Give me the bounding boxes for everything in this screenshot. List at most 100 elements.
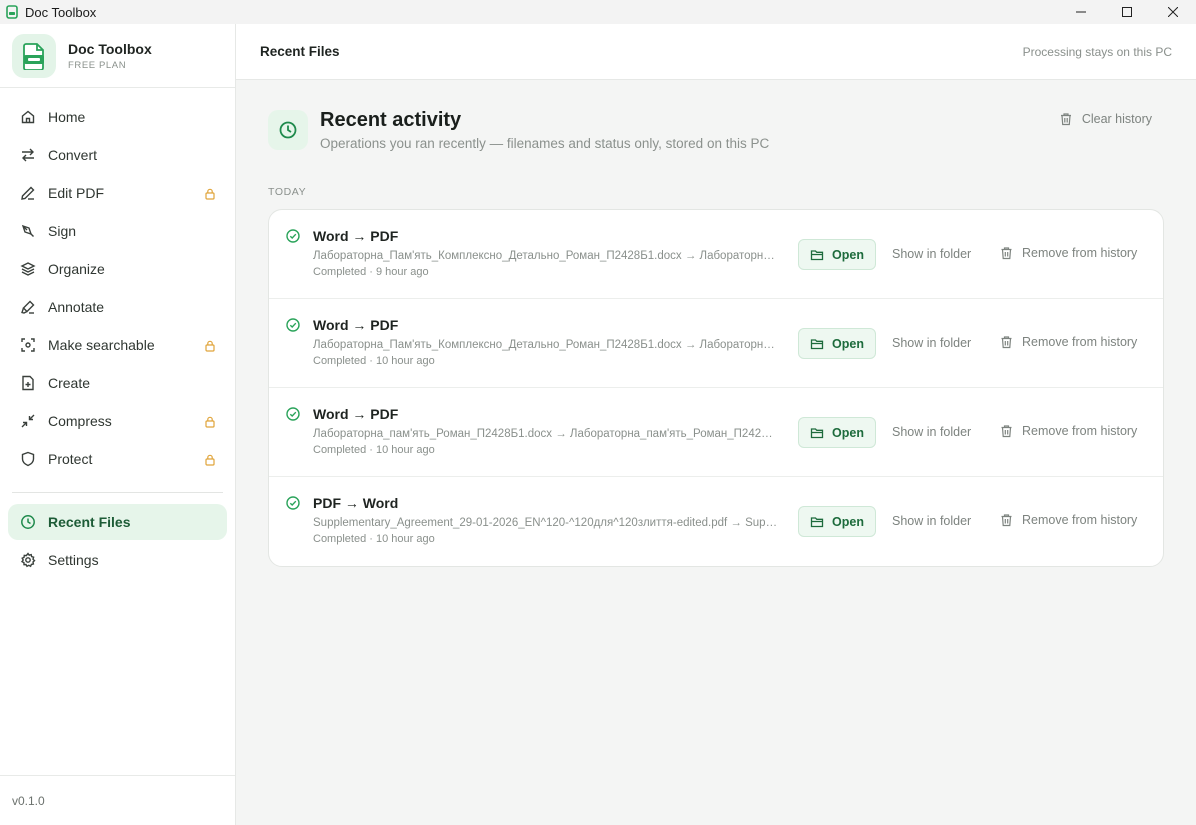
- open-button[interactable]: Open: [798, 506, 876, 537]
- file-names: Лабораторна_Пам'ять_Комплексно_Детально_…: [313, 339, 779, 351]
- sidebar-item-compress[interactable]: Compress: [8, 403, 227, 439]
- file-names: Лабораторна_Пам'ять_Комплексно_Детально_…: [313, 250, 779, 262]
- close-window-button[interactable]: [1150, 0, 1196, 24]
- minimize-button[interactable]: [1058, 0, 1104, 24]
- sidebar-item-make-searchable[interactable]: Make searchable: [8, 327, 227, 363]
- sidebar-item-label: Make searchable: [48, 337, 155, 353]
- lock-icon: [205, 453, 215, 466]
- open-button[interactable]: Open: [798, 239, 876, 270]
- lock-icon: [205, 415, 215, 428]
- history-row: Word → PDF Лабораторна_пам'ять_Роман_П24…: [269, 388, 1163, 477]
- sidebar-item-label: Protect: [48, 451, 93, 467]
- clear-history-button[interactable]: Clear history: [1059, 112, 1152, 126]
- recent-activity-section: Recent activity Operations you ran recen…: [236, 80, 1196, 567]
- sidebar-item-protect[interactable]: Protect: [8, 441, 227, 477]
- check-circle-icon: [286, 496, 300, 510]
- open-button[interactable]: Open: [798, 417, 876, 448]
- window-title: Doc Toolbox: [25, 4, 97, 20]
- sidebar-item-organize[interactable]: Organize: [8, 251, 227, 287]
- highlighter-icon: [20, 299, 36, 315]
- page-header: Recent Files Processing stays on this PC: [236, 24, 1196, 80]
- open-button-label: Open: [832, 247, 864, 262]
- pen-icon: [20, 185, 36, 201]
- sidebar-item-edit-pdf[interactable]: Edit PDF: [8, 175, 227, 211]
- brand-name: Doc Toolbox: [68, 40, 152, 57]
- brand-logo-icon: [12, 33, 56, 78]
- folder-open-icon: [810, 426, 824, 440]
- trash-icon: [1000, 424, 1013, 438]
- sidebar-item-label: Settings: [48, 552, 99, 568]
- status-text: Completed · 9 hour ago: [313, 266, 429, 278]
- remove-label: Remove from history: [1022, 424, 1138, 438]
- app-logo-icon: [6, 5, 18, 19]
- sidebar-item-label: Edit PDF: [48, 185, 105, 201]
- sidebar-item-annotate[interactable]: Annotate: [8, 289, 227, 325]
- home-icon: [20, 109, 36, 125]
- conversion-type: Word → PDF: [313, 317, 399, 333]
- show-in-folder-button[interactable]: Show in folder: [892, 336, 971, 350]
- section-subtitle: Operations you ran recently — filenames …: [320, 136, 770, 151]
- open-button-label: Open: [832, 336, 864, 351]
- folder-open-icon: [810, 337, 824, 351]
- sidebar-nav: Home Convert Edit PDF Sign Organize Anno…: [0, 88, 235, 578]
- sidebar-item-label: Organize: [48, 261, 105, 277]
- maximize-icon: [1122, 7, 1132, 17]
- sidebar-item-recent-files[interactable]: Recent Files: [8, 504, 227, 540]
- conversion-type: Word → PDF: [313, 406, 399, 422]
- sidebar-item-label: Recent Files: [48, 514, 131, 530]
- main-panel: Recent Files Processing stays on this PC…: [236, 24, 1196, 825]
- window-titlebar: Doc Toolbox: [0, 0, 1196, 24]
- history-row: Word → PDF Лабораторна_Пам'ять_Комплексн…: [269, 299, 1163, 388]
- status-text: Completed · 10 hour ago: [313, 355, 435, 367]
- trash-icon: [1000, 513, 1013, 527]
- sidebar-item-sign[interactable]: Sign: [8, 213, 227, 249]
- status-text: Completed · 10 hour ago: [313, 533, 435, 545]
- remove-label: Remove from history: [1022, 335, 1138, 349]
- file-plus-icon: [20, 375, 36, 391]
- history-row: PDF → Word Supplementary_Agreement_29-01…: [269, 477, 1163, 566]
- trash-icon: [1000, 246, 1013, 260]
- remove-from-history-button[interactable]: Remove from history: [1000, 513, 1137, 527]
- layers-icon: [20, 261, 36, 277]
- group-label-today: TODAY: [268, 186, 307, 198]
- file-names: Supplementary_Agreement_29-01-2026_EN^12…: [313, 517, 779, 529]
- sidebar-divider: [12, 492, 223, 493]
- convert-icon: [20, 147, 36, 163]
- signature-icon: [20, 223, 36, 239]
- check-circle-icon: [286, 318, 300, 332]
- conversion-type: PDF → Word: [313, 495, 399, 511]
- sidebar-item-convert[interactable]: Convert: [8, 137, 227, 173]
- open-button[interactable]: Open: [798, 328, 876, 359]
- sidebar: Doc Toolbox FREE PLAN Home Convert Edit …: [0, 24, 236, 825]
- show-in-folder-button[interactable]: Show in folder: [892, 247, 971, 261]
- remove-label: Remove from history: [1022, 246, 1138, 260]
- section-title: Recent activity: [320, 109, 462, 131]
- close-icon: [1168, 7, 1178, 17]
- open-button-label: Open: [832, 514, 864, 529]
- clock-icon: [20, 514, 36, 530]
- sidebar-item-label: Convert: [48, 147, 98, 163]
- show-in-folder-button[interactable]: Show in folder: [892, 425, 971, 439]
- conversion-type: Word → PDF: [313, 228, 399, 244]
- minimize-icon: [1076, 11, 1086, 13]
- sidebar-item-label: Annotate: [48, 299, 105, 315]
- folder-open-icon: [810, 515, 824, 529]
- brand: Doc Toolbox FREE PLAN: [0, 24, 235, 88]
- check-circle-icon: [286, 407, 300, 421]
- sidebar-item-settings[interactable]: Settings: [8, 542, 227, 578]
- remove-from-history-button[interactable]: Remove from history: [1000, 335, 1137, 349]
- sidebar-item-label: Home: [48, 109, 86, 125]
- remove-from-history-button[interactable]: Remove from history: [1000, 424, 1137, 438]
- sidebar-item-label: Compress: [48, 413, 112, 429]
- sidebar-item-create[interactable]: Create: [8, 365, 227, 401]
- section-heading: Recent activity Operations you ran recen…: [268, 108, 1164, 164]
- compress-icon: [20, 413, 36, 429]
- show-in-folder-button[interactable]: Show in folder: [892, 514, 971, 528]
- maximize-button[interactable]: [1104, 0, 1150, 24]
- page-title: Recent Files: [260, 44, 340, 59]
- remove-from-history-button[interactable]: Remove from history: [1000, 246, 1137, 260]
- clear-history-label: Clear history: [1081, 112, 1152, 126]
- gear-icon: [20, 552, 36, 568]
- check-circle-icon: [286, 229, 300, 243]
- sidebar-item-home[interactable]: Home: [8, 99, 227, 135]
